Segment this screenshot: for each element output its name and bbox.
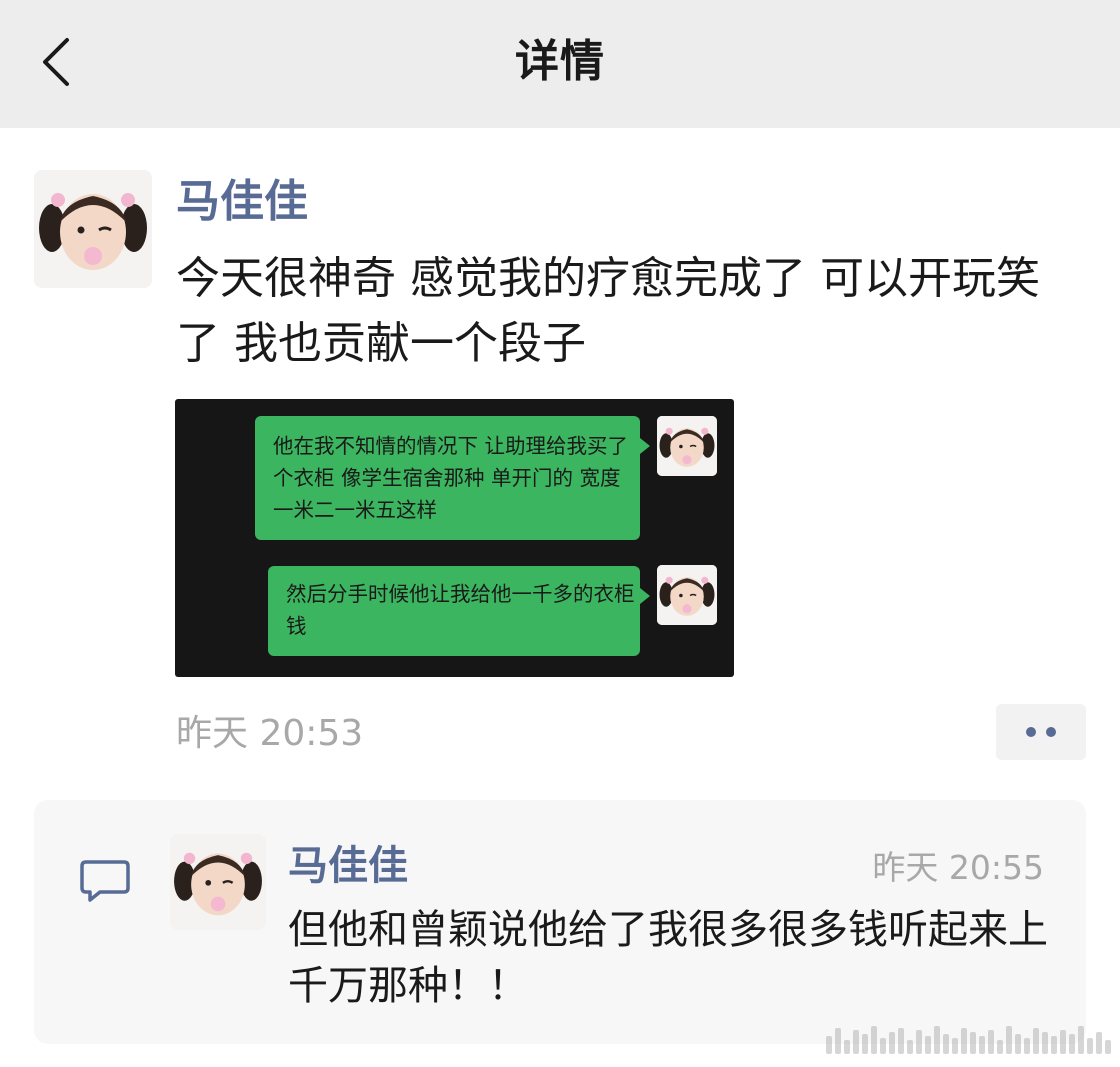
comment-text: 但他和曾颖说他给了我很多很多钱听起来上千万那种！！ [288,907,1048,1009]
post-timestamp: 昨天 20:53 [176,713,364,754]
post-author[interactable]: 马佳佳 [176,174,308,230]
comment-icon [80,860,130,902]
comment-timestamp: 昨天 20:55 [872,848,1044,887]
more-dots-icon [1026,727,1036,737]
avatar [657,416,717,476]
avatar[interactable] [170,834,266,930]
nav-bar: 详情 [0,0,1120,128]
post-text: 今天很神奇 感觉我的疗愈完成了 可以开玩笑了 我也贡献一个段子 [176,253,1040,369]
post-image[interactable]: 他在我不知情的情况下 让助理给我买了个衣柜 像学生宿舍那种 单开门的 宽度一米二… [175,399,734,677]
watermark [826,1024,1111,1054]
more-dots-icon [1046,727,1056,737]
more-button[interactable] [996,704,1086,760]
chat-bubble: 然后分手时候他让我给他一千多的衣柜钱 [268,566,650,656]
avatar [657,565,717,625]
comment-author[interactable]: 马佳佳 [288,840,408,892]
avatar[interactable] [34,170,152,288]
chat-bubble: 他在我不知情的情况下 让助理给我买了个衣柜 像学生宿舍那种 单开门的 宽度一米二… [255,416,650,540]
page-title: 详情 [515,36,605,87]
comment-section: 马佳佳 昨天 20:55 但他和曾颖说他给了我很多很多钱听起来上千万那种！！ [34,800,1086,1044]
